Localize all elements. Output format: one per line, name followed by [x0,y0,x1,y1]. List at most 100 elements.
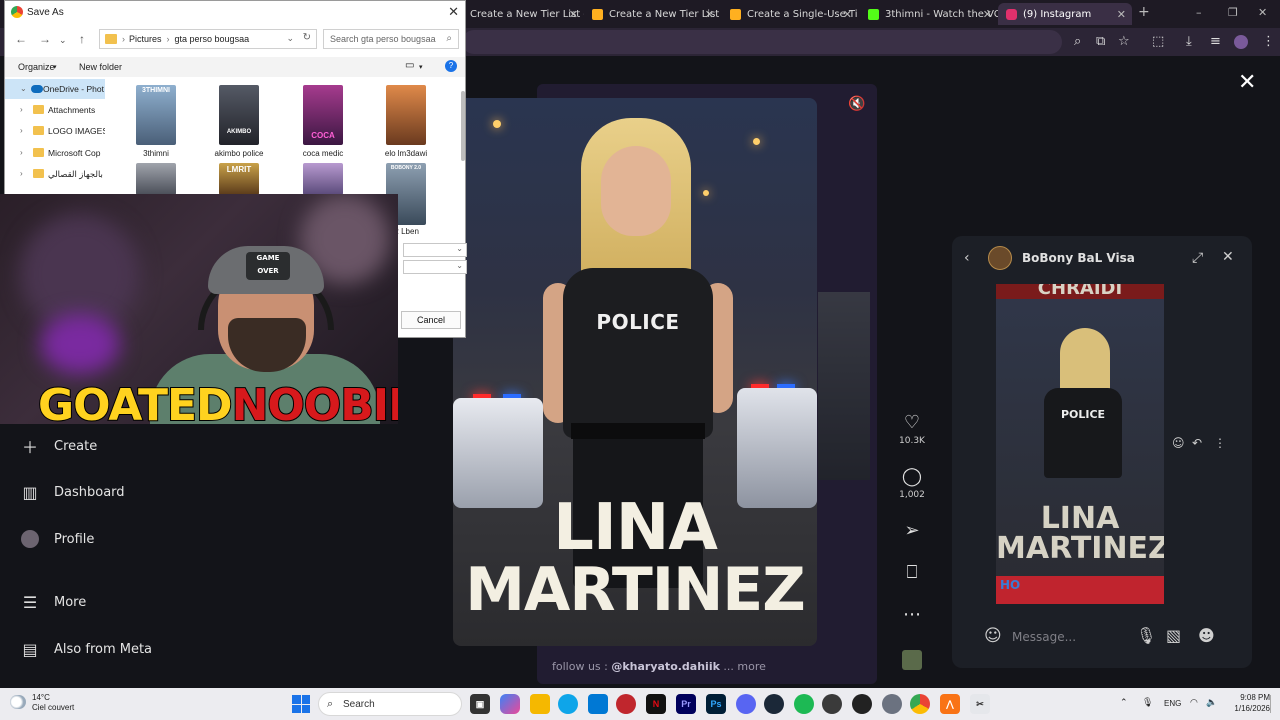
file-name[interactable]: 3thimni [116,149,196,158]
bookmark-icon[interactable]: ⎕ [899,562,925,583]
minimize-button[interactable]: – [1196,6,1202,19]
settings-gear-icon[interactable] [882,694,902,714]
close-icon[interactable]: ✕ [1222,249,1234,265]
react-emoji-icon[interactable]: ☺ [1172,436,1185,450]
nav-profile[interactable]: Profile [20,529,94,549]
tab-kick-vod[interactable]: 3thimni - Watch the VOD ✕ [860,3,998,25]
app-icon[interactable] [822,694,842,714]
post-image[interactable]: POLICE LINA MARTINEZ [453,98,817,646]
chevron-left-icon[interactable]: ‹ [964,250,970,266]
maximize-button[interactable]: ❐ [1228,6,1238,19]
microsoft-store-icon[interactable] [588,694,608,714]
dialog-close-icon[interactable]: ✕ [448,4,459,20]
nav-more[interactable]: ☰ More [20,592,86,612]
message-more-icon[interactable]: ⋮ [1214,436,1226,450]
nav-also-from-meta[interactable]: ▤ Also from Meta [20,639,152,659]
comment-icon[interactable]: ◯ [899,466,925,487]
caption-more[interactable]: ... more [723,660,765,673]
task-view-icon[interactable]: ▣ [470,694,490,714]
like-action[interactable]: ♡ 10.3K [899,412,925,446]
organize-button[interactable]: Organize [18,62,55,72]
extensions-icon[interactable]: ⬚ [1152,34,1164,49]
dm-shared-image[interactable]: CHRAIDI POLICE LINA MARTINEZ HO [996,284,1164,604]
tray-chevron-icon[interactable]: ⌃ [1120,697,1128,708]
file-thumbnail[interactable]: COCA [303,85,343,145]
breadcrumb-pictures[interactable]: Pictures [129,34,162,44]
sticker-icon[interactable]: ☻ [1198,626,1215,645]
audio-thumbnail[interactable] [899,650,925,670]
browser-menu-icon[interactable]: ⋮ [1262,34,1275,49]
file-thumbnail[interactable]: 3THIMNI [136,85,176,145]
sidebar-item-device-folder[interactable]: › بالجهاز القصالي [5,164,105,184]
new-folder-button[interactable]: New folder [79,62,122,72]
windows-start-icon[interactable] [292,695,310,713]
reply-icon[interactable]: ↶ [1192,436,1202,450]
chevron-down-icon[interactable]: ⌄ [20,84,27,93]
tab-instagram[interactable]: (9) Instagram ✕ [998,3,1132,25]
back-arrow-icon[interactable]: ← [15,32,27,46]
up-arrow-icon[interactable]: ↑ [79,32,85,46]
mute-icon[interactable]: 🔇 [848,96,865,112]
chrome-icon[interactable] [910,694,930,714]
file-name[interactable]: coca medic [283,149,363,158]
expand-icon[interactable]: ⤢ [1192,250,1203,266]
file-thumbnail[interactable]: AKIMBO [219,85,259,145]
forward-arrow-icon[interactable]: → [39,32,51,46]
system-clock[interactable]: 9:08 PM 1/16/2026 [1222,692,1270,714]
send-icon[interactable]: ➢ [899,520,925,541]
show-desktop-button[interactable] [1270,695,1276,713]
address-breadcrumb[interactable]: › Pictures › gta perso bougsaa ⌄ ↻ [99,29,317,49]
chevron-down-icon[interactable]: ⌄ [456,244,463,253]
file-list-scrollbar[interactable] [461,91,465,161]
close-tab-icon[interactable]: ✕ [705,8,714,21]
photoshop-icon[interactable]: Ps [706,694,726,714]
refresh-icon[interactable]: ↻ [303,32,311,43]
close-tab-icon[interactable]: ✕ [569,8,578,21]
more-dots-icon[interactable]: ⋯ [899,604,925,625]
breadcrumb-folder[interactable]: gta perso bougsaa [175,34,250,44]
copilot-icon[interactable] [500,694,520,714]
close-tab-icon[interactable]: ✕ [843,8,852,21]
volume-icon[interactable]: 🔈 [1206,697,1217,708]
search-input[interactable]: Search gta perso bougsaa ⌕ [323,29,459,49]
sidebar-item-onedrive[interactable]: ⌄ OneDrive - Phot [5,79,105,99]
steam-icon[interactable] [764,694,784,714]
chevron-down-icon[interactable]: ⌄ [456,261,463,270]
edge-icon[interactable] [558,694,578,714]
wifi-icon[interactable]: ◠ [1190,697,1198,708]
recent-chevron-icon[interactable]: ⌄ [59,35,67,46]
close-modal-icon[interactable]: ✕ [1238,70,1256,95]
snipping-tool-icon[interactable]: ✂ [970,694,990,714]
app-icon[interactable] [616,694,636,714]
downloads-icon[interactable]: ⤓ [1186,34,1192,49]
view-icon[interactable]: ▭ [405,60,414,71]
sidebar-item-attachments[interactable]: › Attachments [5,100,105,120]
tab-tier-list-2[interactable]: Create a New Tier List - Ti ✕ [584,3,720,25]
close-window-button[interactable]: ✕ [1258,6,1267,19]
close-tab-icon[interactable]: ✕ [1117,8,1126,21]
image-icon[interactable]: ▧ [1166,626,1181,645]
share-action[interactable]: ➢ [899,520,925,544]
new-tab-button[interactable]: + [1138,4,1150,20]
caption-handle[interactable]: @kharyato.dahiik [611,660,720,673]
more-options-action[interactable]: ⋯ [899,604,925,628]
chevron-right-icon[interactable]: › [20,169,23,178]
heart-icon[interactable]: ♡ [899,412,925,433]
chevron-down-icon[interactable]: ▾ [53,63,57,71]
file-name[interactable]: elo lm3dawi [366,149,446,158]
taskbar-search[interactable]: ⌕ Search [318,692,462,716]
language-indicator[interactable]: ENG [1164,699,1181,708]
file-thumbnail[interactable] [386,85,426,145]
profile-avatar-icon[interactable] [1234,35,1248,49]
comment-action[interactable]: ◯ 1,002 [899,466,925,500]
emoji-icon[interactable]: ☺ [984,626,1002,646]
file-name-field[interactable]: ⌄ [403,243,467,257]
close-tab-icon[interactable]: ✕ [983,8,992,21]
file-thumbnail[interactable] [303,163,343,195]
dm-avatar[interactable] [988,246,1012,270]
cancel-button[interactable]: Cancel [401,311,461,329]
file-type-select[interactable]: ⌄ [403,260,467,274]
chevron-right-icon[interactable]: › [20,148,23,157]
install-app-icon[interactable]: ⧉ [1096,34,1105,49]
chevron-right-icon[interactable]: › [20,126,23,135]
